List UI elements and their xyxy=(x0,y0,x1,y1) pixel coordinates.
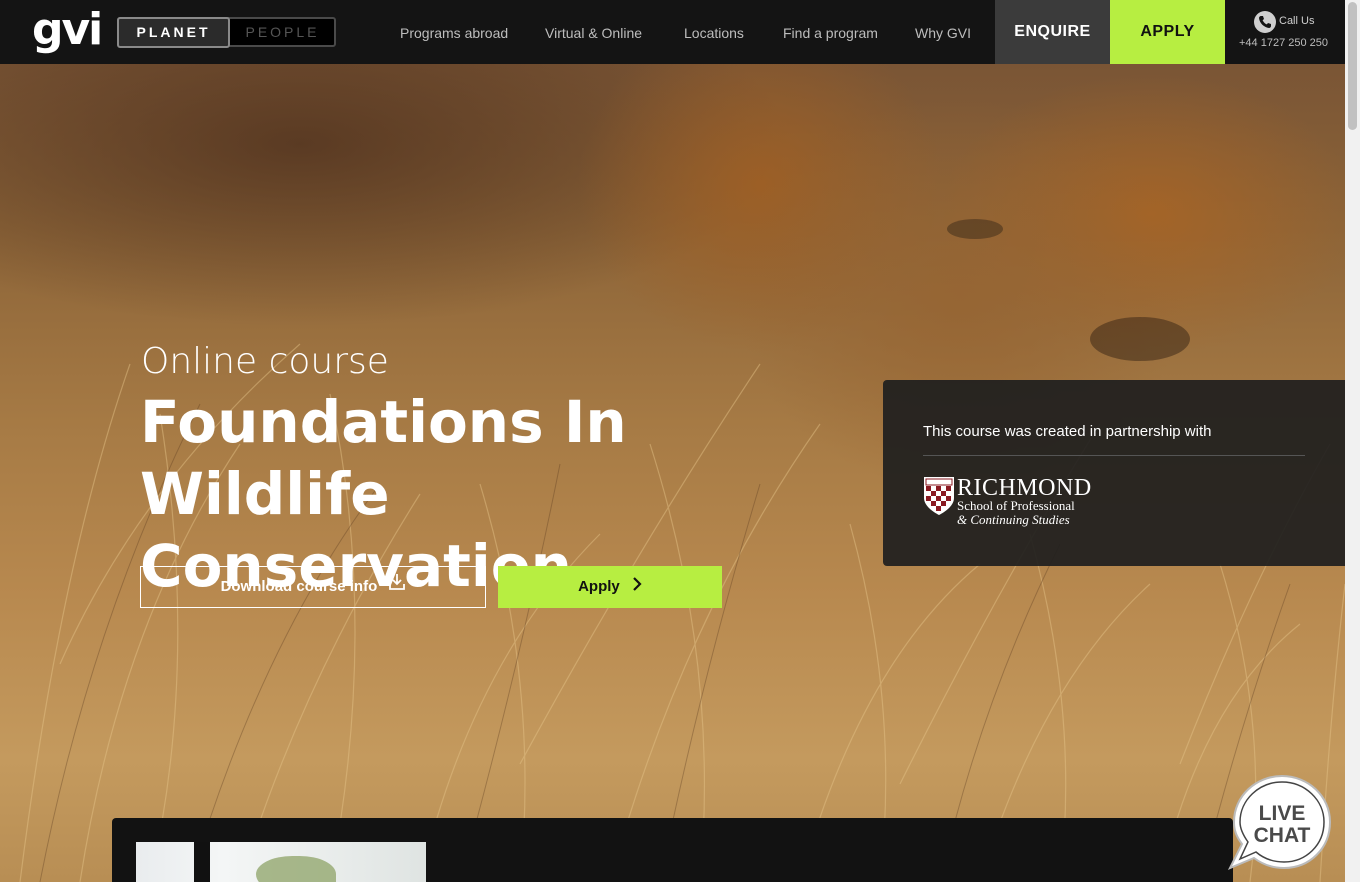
top-navbar: gvi PLANET PEOPLE Programs abroad Virtua… xyxy=(0,0,1345,64)
enquire-button[interactable]: ENQUIRE xyxy=(995,0,1110,64)
download-icon xyxy=(389,567,406,607)
richmond-logo[interactable]: RICHMOND School of Professional & Contin… xyxy=(923,476,1103,528)
nav-locations[interactable]: Locations xyxy=(684,24,744,42)
hero-section: Online course Foundations In Wildlife Co… xyxy=(0,64,1345,882)
planet-people-toggle[interactable]: PLANET PEOPLE xyxy=(117,17,336,48)
partnership-text: This course was created in partnership w… xyxy=(923,423,1212,440)
gvi-logo[interactable]: gvi xyxy=(32,6,103,54)
richmond-name: RICHMOND xyxy=(957,475,1092,501)
phone-number[interactable]: +44 1727 250 250 xyxy=(1239,37,1328,49)
nav-find-a-program[interactable]: Find a program xyxy=(783,24,878,42)
scrollbar-thumb[interactable] xyxy=(1348,2,1357,130)
page-scrollbar[interactable] xyxy=(1345,0,1360,882)
toggle-people[interactable]: PEOPLE xyxy=(231,19,334,45)
course-overview-panel xyxy=(112,818,1233,882)
download-course-info-button[interactable]: Download course info xyxy=(140,566,486,608)
nav-virtual-online[interactable]: Virtual & Online xyxy=(545,24,642,42)
toggle-planet[interactable]: PLANET xyxy=(117,17,230,48)
live-chat-line2: CHAT xyxy=(1254,824,1311,847)
live-chat-button[interactable]: LIVE CHAT xyxy=(1226,772,1334,874)
hero-subtitle: Online course xyxy=(141,341,389,382)
nav-programs-abroad[interactable]: Programs abroad xyxy=(400,24,508,42)
chevron-right-icon xyxy=(632,566,642,608)
call-us-label: Call Us xyxy=(1279,15,1315,27)
richmond-school-line: School of Professional xyxy=(957,498,1075,513)
apply-header-button[interactable]: APPLY xyxy=(1110,0,1225,64)
apply-label: Apply xyxy=(578,578,620,595)
richmond-studies-line: & Continuing Studies xyxy=(957,512,1070,527)
phone-icon xyxy=(1254,11,1276,33)
nav-why-gvi[interactable]: Why GVI xyxy=(915,24,971,42)
course-thumbnail xyxy=(136,842,426,882)
download-label: Download course info xyxy=(220,578,378,595)
divider xyxy=(923,455,1305,456)
partnership-panel: This course was created in partnership w… xyxy=(883,380,1345,566)
apply-button[interactable]: Apply xyxy=(498,566,722,608)
call-us[interactable]: Call Us +44 1727 250 250 xyxy=(1225,0,1345,64)
richmond-shield-icon xyxy=(924,477,954,515)
live-chat-line1: LIVE xyxy=(1259,802,1306,825)
